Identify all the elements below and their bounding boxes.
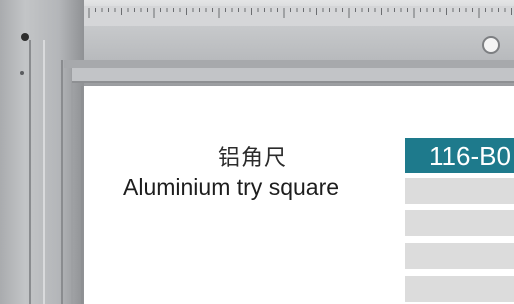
spec-row — [405, 243, 514, 269]
product-name-english: Aluminium try square — [123, 174, 340, 200]
product-name-chinese: 铝角尺 — [218, 146, 288, 171]
rivet-hole — [21, 33, 29, 41]
spec-row — [405, 210, 514, 236]
rivet-hole — [20, 71, 24, 75]
spec-row — [405, 178, 514, 204]
model-number-tab: 116-B0 — [405, 138, 514, 173]
spec-row — [405, 276, 514, 302]
model-number: 116-B0 — [429, 141, 511, 171]
square-stock — [0, 0, 84, 304]
rivet-hole — [482, 36, 500, 54]
